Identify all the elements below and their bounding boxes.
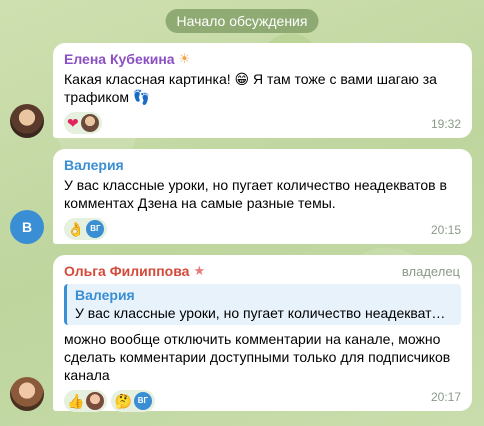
message-time: 19:32 (430, 117, 461, 131)
quote-text: У вас классные уроки, но пугает количест… (75, 305, 453, 321)
message-text: У вас классные уроки, но пугает количест… (64, 177, 447, 211)
ok-hand-icon: 👌 (67, 221, 85, 237)
reactor-avatar: ВГ (133, 392, 152, 410)
message-bubble-elena[interactable]: Елена Кубекина ☀ Какая классная картинка… (53, 43, 472, 138)
avatar-elena[interactable] (10, 104, 44, 138)
message-time: 20:17 (430, 390, 461, 404)
sender-elena[interactable]: Елена Кубекина ☀ (64, 50, 461, 68)
reactor-avatar (86, 392, 105, 410)
heart-icon: ❤ (67, 115, 79, 131)
reaction-thumbs-up[interactable]: 👍 (64, 390, 108, 412)
message-bubble-olga[interactable]: Ольга Филиппова ★ владелец Валерия У вас… (53, 255, 472, 412)
avatar-valeria[interactable]: В (10, 210, 44, 244)
message-text: Какая классная картинка! 😁 Я там тоже с … (64, 71, 437, 105)
reactor-avatar (80, 114, 99, 132)
thinking-face-icon: 🤔 (114, 393, 132, 409)
star-icon: ★ (193, 263, 206, 278)
avatar-olga[interactable] (10, 377, 44, 411)
reactor-avatar: ВГ (86, 220, 105, 238)
reactions-row: ❤ (64, 112, 461, 134)
quote-sender: Валерия (75, 287, 135, 303)
date-pill: Начало обсуждения (165, 9, 319, 33)
reaction-heart[interactable]: ❤ (64, 112, 102, 134)
reaction-thinking[interactable]: 🤔 ВГ (111, 390, 155, 412)
message-time: 20:15 (430, 223, 461, 237)
reactions-row: 👌 ВГ (64, 218, 461, 240)
reactions-row: 👍 🤔 ВГ (64, 390, 461, 412)
owner-label: владелец (401, 264, 460, 279)
message-bubble-valeria[interactable]: Валерия У вас классные уроки, но пугает … (53, 149, 472, 244)
sun-icon: ☀ (178, 51, 191, 66)
reply-quote[interactable]: Валерия У вас классные уроки, но пугает … (64, 284, 461, 325)
thumbs-up-icon: 👍 (67, 393, 85, 409)
sender-valeria[interactable]: Валерия (64, 156, 461, 174)
reaction-ok-hand[interactable]: 👌 ВГ (64, 218, 108, 240)
message-text: можно вообще отключить комментарии на ка… (64, 331, 451, 383)
